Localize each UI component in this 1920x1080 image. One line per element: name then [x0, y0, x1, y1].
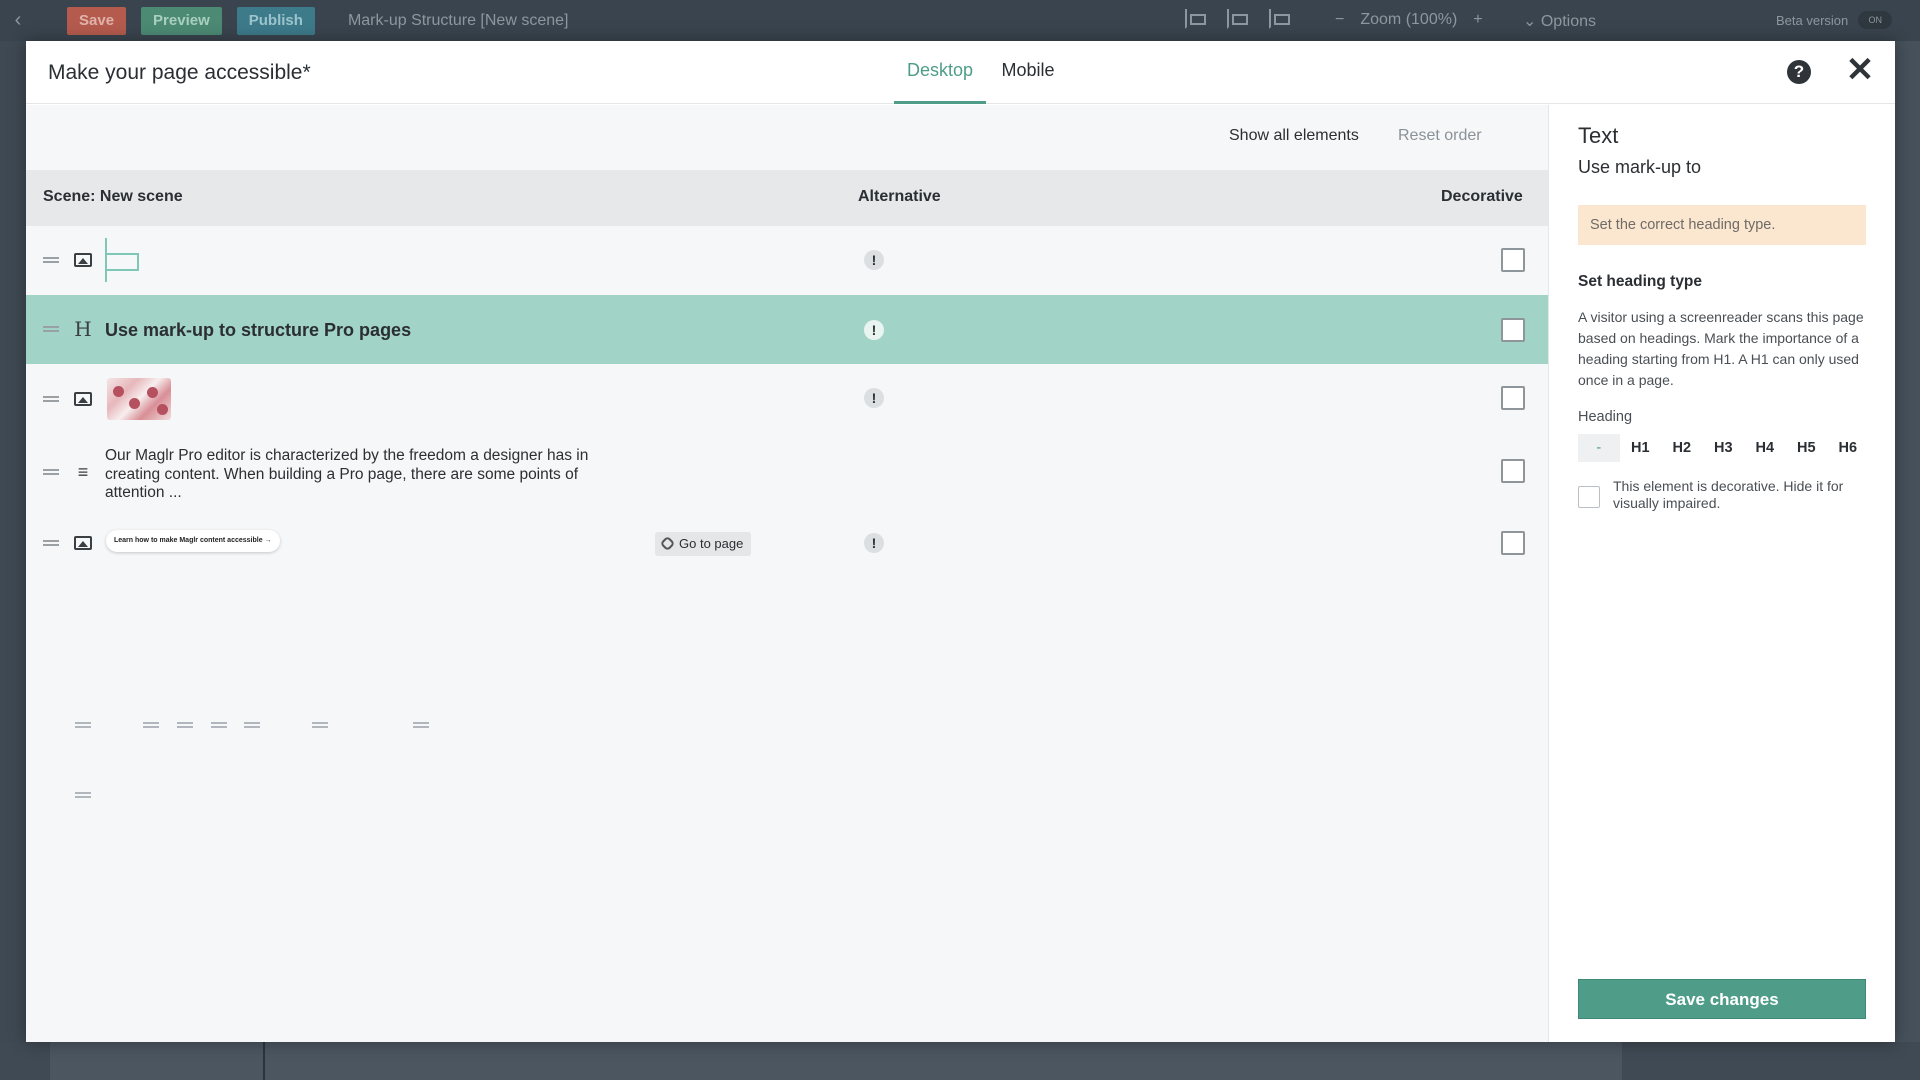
close-icon[interactable]: ✕	[1845, 53, 1875, 87]
go-to-page-label: Go to page	[679, 536, 744, 551]
table-row[interactable]: !	[26, 364, 1548, 433]
table-row[interactable]: H Use mark-up to structure Pro pages !	[26, 295, 1548, 364]
table-header: Scene: New scene Alternative Decorative	[26, 170, 1548, 226]
heading-option-h2[interactable]: H2	[1661, 434, 1703, 462]
row-heading-text: Use mark-up to structure Pro pages	[105, 320, 412, 340]
heading-type-selector: - H1 H2 H3 H4 H5 H6	[1578, 434, 1869, 462]
modal-title: Make your page accessible*	[48, 61, 311, 84]
back-chevron-icon[interactable]: ‹	[0, 9, 36, 32]
editor-publish-button[interactable]: Publish	[236, 6, 315, 35]
properties-panel: Text Use mark-up to Set the correct head…	[1548, 105, 1895, 1042]
link-icon	[659, 535, 676, 552]
editor-right-rail	[1894, 41, 1920, 1080]
chevron-down-icon: ⌄	[1523, 13, 1537, 30]
zoom-in-icon[interactable]: +	[1473, 11, 1482, 29]
heading-option-h4[interactable]: H4	[1744, 434, 1786, 462]
beta-toggle[interactable]: ON	[1858, 11, 1893, 29]
placeholder-line	[75, 792, 91, 798]
image-link-icon	[74, 536, 92, 550]
warning-icon[interactable]: !	[864, 533, 884, 553]
placeholder-line	[244, 722, 260, 728]
link-pill-text: Learn how to make Maglr content accessib…	[114, 537, 263, 544]
editor-left-rail	[0, 41, 26, 1080]
placeholder-line	[177, 722, 193, 728]
image-icon	[74, 392, 92, 406]
drag-handle-icon[interactable]	[43, 326, 59, 332]
decorative-checkbox[interactable]	[1501, 531, 1525, 555]
align-right-icon[interactable]	[1269, 9, 1290, 29]
decorative-checkbox[interactable]	[1501, 248, 1525, 272]
link-preview-pill: Learn how to make Maglr content accessib…	[106, 530, 280, 552]
heading-option-h6[interactable]: H6	[1827, 434, 1869, 462]
heading-label: Heading	[1578, 409, 1633, 425]
photo-thumbnail	[107, 378, 171, 420]
drag-handle-icon[interactable]	[43, 396, 59, 402]
image-icon	[74, 253, 92, 267]
drag-handle-icon[interactable]	[43, 257, 59, 263]
placeholder-line	[211, 722, 227, 728]
drag-handle-icon[interactable]	[43, 540, 59, 546]
set-heading-title: Set heading type	[1578, 273, 1703, 290]
show-all-elements-link[interactable]: Show all elements	[1229, 127, 1359, 145]
editor-save-button[interactable]: Save	[67, 6, 127, 35]
options-label: Options	[1540, 13, 1596, 30]
warning-icon[interactable]: !	[864, 250, 884, 270]
align-left-icon[interactable]	[1185, 9, 1206, 29]
zoom-level: Zoom (100%)	[1360, 11, 1458, 28]
decorative-checkbox[interactable]	[1501, 318, 1525, 342]
align-tools	[1185, 9, 1290, 29]
modal-header: Make your page accessible* Desktop Mobil…	[26, 41, 1895, 104]
decorative-checkbox[interactable]	[1501, 459, 1525, 483]
heading-icon: H	[74, 317, 92, 341]
heading-option-none[interactable]: -	[1578, 434, 1620, 462]
document-title: Mark-up Structure [New scene]	[347, 11, 569, 29]
paragraph-icon: ≡	[77, 462, 89, 482]
options-menu[interactable]: ⌄ Options	[1523, 11, 1596, 31]
editor-preview-button[interactable]: Preview	[141, 6, 222, 35]
beta-toggle-group: Beta version ON	[1776, 11, 1893, 29]
tab-desktop[interactable]: Desktop	[894, 60, 986, 104]
column-scene: Scene: New scene	[43, 188, 183, 205]
elements-pane: Show all elements Reset order Scene: New…	[26, 105, 1548, 1042]
table-row[interactable]: ≡ Our Maglr Pro editor is characterized …	[26, 433, 1548, 510]
help-icon[interactable]: ?	[1787, 60, 1811, 84]
reset-order-link[interactable]: Reset order	[1398, 127, 1482, 145]
heading-option-h3[interactable]: H3	[1703, 434, 1745, 462]
timeline-playhead	[263, 1042, 265, 1080]
heading-option-h5[interactable]: H5	[1786, 434, 1828, 462]
panel-title: Text	[1578, 123, 1619, 148]
tab-mobile[interactable]: Mobile	[998, 60, 1058, 104]
decorative-checkbox[interactable]	[1501, 386, 1525, 410]
go-to-page-button[interactable]: Go to page	[655, 532, 752, 556]
placeholder-line	[143, 722, 159, 728]
placeholder-line	[75, 722, 91, 728]
table-row[interactable]: !	[26, 226, 1548, 295]
placeholder-line	[413, 722, 429, 728]
drag-handle-icon[interactable]	[43, 469, 59, 475]
editor-timeline-strip	[0, 1042, 1920, 1080]
heading-warning-banner: Set the correct heading type.	[1578, 205, 1866, 245]
save-changes-button[interactable]: Save changes	[1578, 979, 1866, 1019]
panel-subtitle: Use mark-up to	[1578, 157, 1702, 177]
shape-preview	[105, 238, 139, 282]
zoom-out-icon[interactable]: −	[1335, 11, 1344, 29]
timeline-panel	[50, 1042, 1622, 1080]
heading-description: A visitor using a screenreader scans thi…	[1578, 309, 1864, 388]
row-paragraph-text: Our Maglr Pro editor is characterized by…	[105, 447, 589, 501]
accessibility-modal: Make your page accessible* Desktop Mobil…	[26, 41, 1895, 1042]
decorative-element-label: This element is decorative. Hide it for …	[1613, 478, 1844, 511]
column-decorative: Decorative	[1441, 188, 1523, 205]
warning-icon[interactable]: !	[864, 320, 884, 340]
decorative-element-checkbox[interactable]	[1578, 486, 1600, 508]
placeholder-line	[312, 722, 328, 728]
column-alternative: Alternative	[858, 188, 941, 205]
warning-icon[interactable]: !	[864, 388, 884, 408]
editor-topbar: ‹ Save Preview Publish Mark-up Structure…	[0, 0, 1920, 41]
align-center-icon[interactable]	[1227, 9, 1248, 29]
zoom-control: − Zoom (100%) +	[1335, 11, 1483, 29]
heading-option-h1[interactable]: H1	[1620, 434, 1662, 462]
table-row[interactable]: Learn how to make Maglr content accessib…	[26, 510, 1548, 579]
beta-label: Beta version	[1776, 12, 1849, 28]
